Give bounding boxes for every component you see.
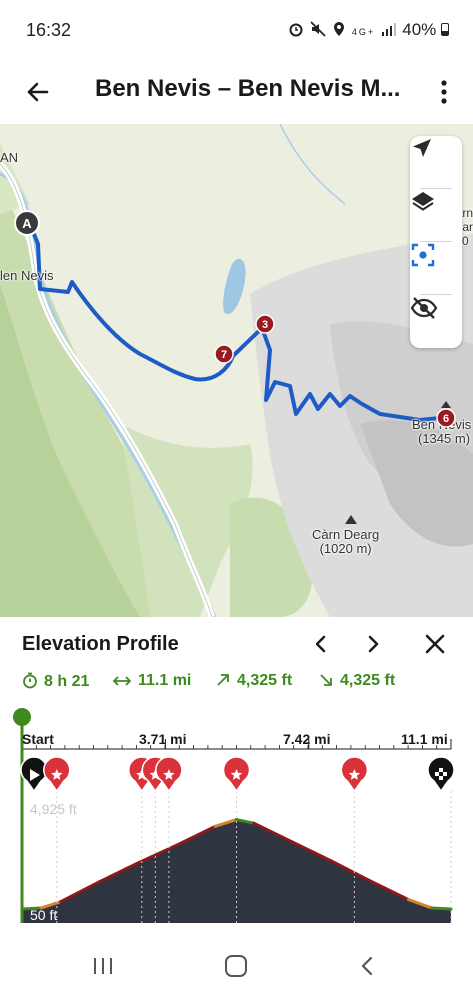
elevation-line-segment [430, 906, 453, 911]
alarm-icon [289, 23, 303, 37]
recent-apps-button[interactable] [88, 951, 118, 981]
location-icon [333, 22, 344, 36]
distance-value: 11.1 mi [138, 672, 192, 689]
stat-descent: 4,325 ft [318, 672, 395, 690]
elevation-title: Elevation Profile [22, 633, 179, 655]
map-label-glen-nevis: len Nevis [0, 268, 54, 283]
distance-icon [112, 676, 132, 686]
descent-icon [320, 674, 332, 686]
more-menu-button[interactable] [430, 74, 458, 110]
ascent-icon [217, 674, 229, 686]
tick-label-2: 7.42 mi [283, 731, 331, 747]
more-vertical-icon [441, 80, 447, 104]
stat-distance: 11.1 mi [112, 672, 191, 690]
duration-value: 8 h 21 [44, 673, 90, 690]
back-button[interactable] [20, 74, 56, 110]
signal-icon [382, 23, 396, 36]
descent-value: 4,325 ft [340, 672, 396, 689]
battery-status: 40% [402, 20, 449, 40]
map-controls [410, 136, 462, 348]
map-label-an: AN [0, 150, 19, 165]
waypoint-pin-6[interactable] [340, 756, 369, 793]
layers-icon [412, 192, 434, 211]
waypoint-pin-0[interactable] [20, 756, 48, 793]
system-nav-bar [0, 933, 473, 998]
back-nav-button[interactable] [353, 951, 383, 981]
page-title: Ben Nevis – Ben Nevis M... [95, 75, 401, 102]
min-elevation-label: 50 ft [30, 907, 58, 923]
center-focus-icon [411, 243, 435, 267]
waypoint-pin-7[interactable] [427, 756, 455, 793]
map-terrain [0, 124, 473, 617]
hide-button[interactable] [410, 295, 462, 347]
chevron-right-icon [368, 635, 379, 653]
next-button[interactable] [358, 629, 388, 659]
focus-route-button[interactable] [410, 242, 462, 294]
my-location-button[interactable] [410, 136, 462, 188]
elevation-chart[interactable]: Start 3.71 mi 7.42 mi 11.1 mi 4,925 ft 5… [0, 705, 473, 933]
mute-icon [310, 21, 326, 37]
navigation-icon [413, 139, 431, 157]
battery-icon [441, 23, 449, 36]
previous-button[interactable] [306, 629, 336, 659]
ben-nevis-elevation: (1345 m) [418, 431, 471, 446]
map-label-carn-dearg: Càrn Dearg (1020 m) [312, 528, 379, 556]
map-label-ben-nevis: Ben Nevis (1345 m) [412, 418, 471, 446]
tick-label-end: 11.1 mi [401, 731, 448, 747]
tick-label-1: 3.71 mi [139, 731, 187, 747]
ascent-value: 4,325 ft [237, 672, 293, 689]
stat-duration: 8 h 21 [22, 672, 89, 691]
screen: 16:32 4G+ 40% Ben Nevis – Ben Nevis M... [0, 0, 473, 998]
visibility-off-icon [410, 297, 438, 319]
waypoint-pin-5[interactable] [222, 756, 251, 793]
status-icons: 4G+ [288, 21, 397, 38]
4g-icon: 4G+ [351, 27, 376, 37]
carn-dearg-elevation: (1020 m) [319, 541, 372, 556]
map-view[interactable]: AN len Nevis Càrn Dearg (10 Ben Nevis (1… [0, 124, 473, 617]
arrow-left-icon [27, 82, 49, 102]
waypoint-pin-1[interactable] [43, 756, 71, 793]
max-elevation-label: 4,925 ft [30, 801, 77, 817]
status-time: 16:32 [26, 20, 72, 40]
recent-apps-icon [94, 958, 112, 974]
position-handle [13, 708, 31, 726]
chevron-left-icon [315, 635, 326, 653]
app-bar: Ben Nevis – Ben Nevis M... [0, 62, 473, 124]
status-bar: 16:32 4G+ 40% [0, 0, 473, 62]
home-icon [225, 955, 247, 977]
close-button[interactable] [420, 629, 450, 659]
ben-nevis-name: Ben Nevis [412, 417, 472, 432]
carn-dearg-name: Càrn Dearg [312, 527, 380, 542]
home-button[interactable] [221, 951, 251, 981]
battery-level: 40% [402, 20, 437, 39]
elevation-panel: Elevation Profile 8 h 21 11.1 mi 4,325 f… [0, 617, 473, 933]
timer-icon [23, 672, 37, 689]
close-icon [425, 634, 445, 654]
back-nav-icon [361, 956, 373, 976]
tick-label-start: Start [22, 731, 54, 747]
stat-ascent: 4,325 ft [215, 672, 292, 690]
layers-button[interactable] [410, 189, 462, 241]
